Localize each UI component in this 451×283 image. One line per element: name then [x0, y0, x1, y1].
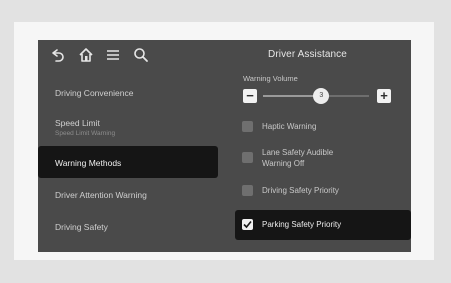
sidebar-item-label: Driving Safety: [55, 222, 108, 232]
warning-volume-label: Warning Volume: [243, 74, 298, 83]
sidebar: Driving Convenience Speed Limit Speed Li…: [38, 76, 218, 252]
checkmark-icon: [243, 220, 252, 229]
volume-decrease-button[interactable]: −: [243, 88, 257, 103]
option-label: Driving Safety Priority: [262, 186, 339, 195]
option-haptic-warning[interactable]: Haptic Warning: [235, 116, 411, 138]
option-driving-safety-priority[interactable]: Driving Safety Priority: [235, 180, 411, 202]
infotainment-screen: Driver Assistance Driving Convenience Sp…: [38, 40, 411, 252]
back-icon[interactable]: [48, 46, 66, 64]
sidebar-item-label: Driving Convenience: [55, 88, 134, 98]
checkbox[interactable]: [242, 121, 253, 132]
checkbox-checked[interactable]: [242, 219, 253, 230]
sidebar-item-speed-limit[interactable]: Speed Limit Speed Limit Warning: [38, 108, 218, 137]
sidebar-item-label: Driver Attention Warning: [55, 190, 147, 200]
option-label: Haptic Warning: [262, 122, 317, 131]
plus-icon: +: [380, 88, 388, 103]
volume-value: 3: [319, 92, 324, 99]
volume-increase-button[interactable]: +: [377, 88, 391, 103]
sidebar-item-driving-safety[interactable]: Driving Safety: [38, 212, 218, 240]
volume-slider-knob[interactable]: 3: [313, 88, 330, 104]
option-label: Parking Safety Priority: [262, 220, 342, 229]
top-bar: Driver Assistance: [38, 40, 411, 72]
search-icon[interactable]: [132, 46, 150, 64]
option-parking-safety-priority[interactable]: Parking Safety Priority: [235, 210, 411, 240]
sidebar-item-warning-methods[interactable]: Warning Methods: [38, 146, 218, 178]
sidebar-item-label: Warning Methods: [55, 158, 122, 168]
sidebar-item-driving-convenience[interactable]: Driving Convenience: [38, 78, 218, 106]
sidebar-item-sublabel: Speed Limit Warning: [55, 130, 116, 137]
sidebar-item-label: Speed Limit: [55, 118, 100, 128]
settings-panel: Warning Volume − 3 + Haptic Warning Lane…: [235, 70, 411, 252]
checkbox[interactable]: [242, 185, 253, 196]
sidebar-item-driver-attention-warning[interactable]: Driver Attention Warning: [38, 180, 218, 208]
checkbox[interactable]: [242, 152, 253, 163]
option-label: Lane Safety Audible Warning Off: [262, 148, 334, 168]
minus-icon: −: [246, 88, 254, 103]
option-lane-safety-audible-warning-off[interactable]: Lane Safety Audible Warning Off: [235, 142, 411, 174]
page-title: Driver Assistance: [268, 49, 347, 60]
home-icon[interactable]: [77, 46, 95, 64]
menu-icon[interactable]: [104, 46, 122, 64]
